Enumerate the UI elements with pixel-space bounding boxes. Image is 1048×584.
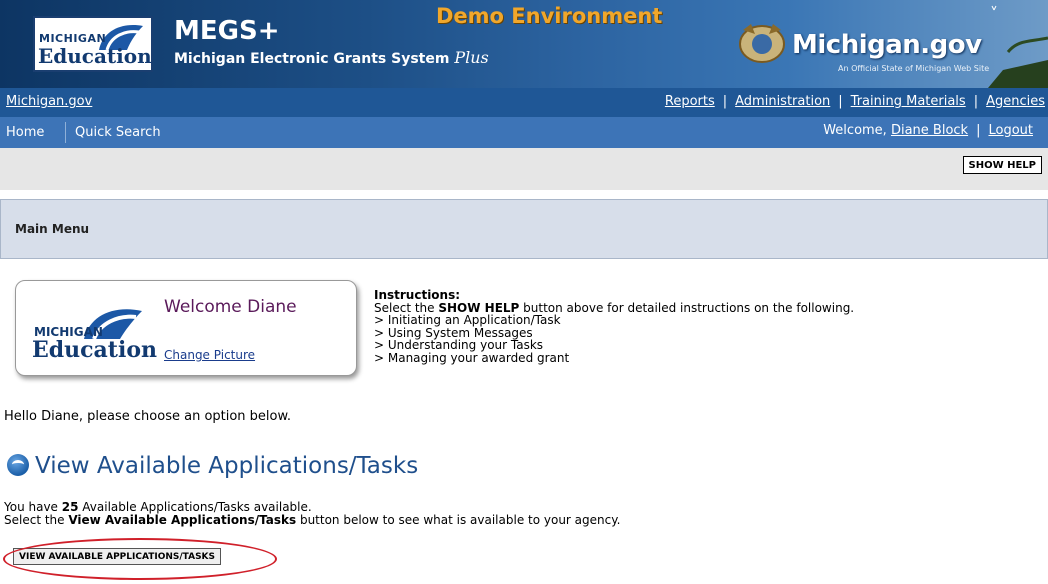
arrow-circle-icon [7,454,29,476]
nav-separator: | [976,123,981,138]
available-applications-title: View Available Applications/Tasks [35,453,419,479]
main-menu-title: Main Menu [15,222,90,236]
view-available-applications-button[interactable]: VIEW AVAILABLE APPLICATIONS/TASKS [13,548,222,565]
main-menu-header: Main Menu [0,199,1048,259]
hello-text: Hello Diane, please choose an option bel… [4,409,292,424]
nav-separator: | [838,94,843,109]
available-count: 25 [61,500,79,514]
user-nav: Welcome, Diane Block | Logout [823,123,1033,138]
quick-search-link[interactable]: Quick Search [75,125,161,140]
available-bold: View Available Applications/Tasks [68,513,297,527]
available-text: Select the [4,513,69,527]
state-seal-icon [739,24,785,63]
welcome-greeting: Welcome Diane [164,297,297,317]
reports-link[interactable]: Reports [665,94,715,109]
app-title: MEGS+ [174,16,280,46]
instructions-item: > Initiating an Application/Task [374,313,561,327]
change-picture-link[interactable]: Change Picture [164,348,255,362]
app-subtitle-text: Michigan Electronic Grants System [174,51,450,67]
michigan-gov-link[interactable]: Michigan.gov [6,94,92,109]
top-nav-links: Reports | Administration | Training Material… [665,94,1045,109]
administration-link[interactable]: Administration [735,94,830,109]
training-materials-link[interactable]: Training Materials [851,94,966,109]
secondary-navigation: Home Quick Search Welcome, Diane Block | L… [0,117,1048,148]
nav-separator: | [722,94,728,109]
environment-label: Demo Environment [436,4,663,28]
nav-divider [65,122,66,143]
help-bar: SHOW HELP [0,148,1048,190]
available-instruction-text: Select the View Available Applications/T… [4,513,620,527]
top-navigation: Michigan.gov Reports | Administration | Trai… [0,88,1048,117]
instructions-text: button above for detailed instructions o… [519,300,855,315]
logout-link[interactable]: Logout [988,123,1033,138]
available-text: button below to see what is available to… [296,513,621,527]
instructions-item: > Understanding your Tasks [374,338,544,352]
available-text: Available Applications/Tasks available. [78,500,312,514]
agencies-link[interactable]: Agencies [986,94,1045,109]
show-help-button[interactable]: SHOW HELP [962,156,1042,174]
available-count-text: You have 25 Available Applications/Tasks… [4,500,312,514]
welcome-prefix: Welcome, [823,123,887,138]
home-link[interactable]: Home [6,125,44,140]
profile-logo-bottom: Education [32,337,157,363]
mde-logo: MICHIGAN Education [33,16,153,72]
user-name-link[interactable]: Diane Block [891,123,968,138]
available-text: You have [4,500,62,514]
available-applications-heading: View Available Applications/Tasks [7,453,418,479]
app-subtitle-plus: Plus [454,48,489,67]
welcome-card: MICHIGAN Education Welcome Diane Change … [15,280,357,376]
app-subtitle: Michigan Electronic Grants System Plus [174,48,489,67]
nav-separator: | [973,94,979,109]
lighthouse-icon [988,5,1048,88]
instructions-block: Instructions: Select the SHOW HELP butto… [374,289,854,364]
profile-picture: MICHIGAN Education [26,289,157,365]
instructions-item: > Managing your awarded grant [374,350,570,365]
header-banner: MICHIGAN Education MEGS+ Michigan Electr… [0,0,1048,88]
mde-logo-bottom: Education [38,44,152,68]
